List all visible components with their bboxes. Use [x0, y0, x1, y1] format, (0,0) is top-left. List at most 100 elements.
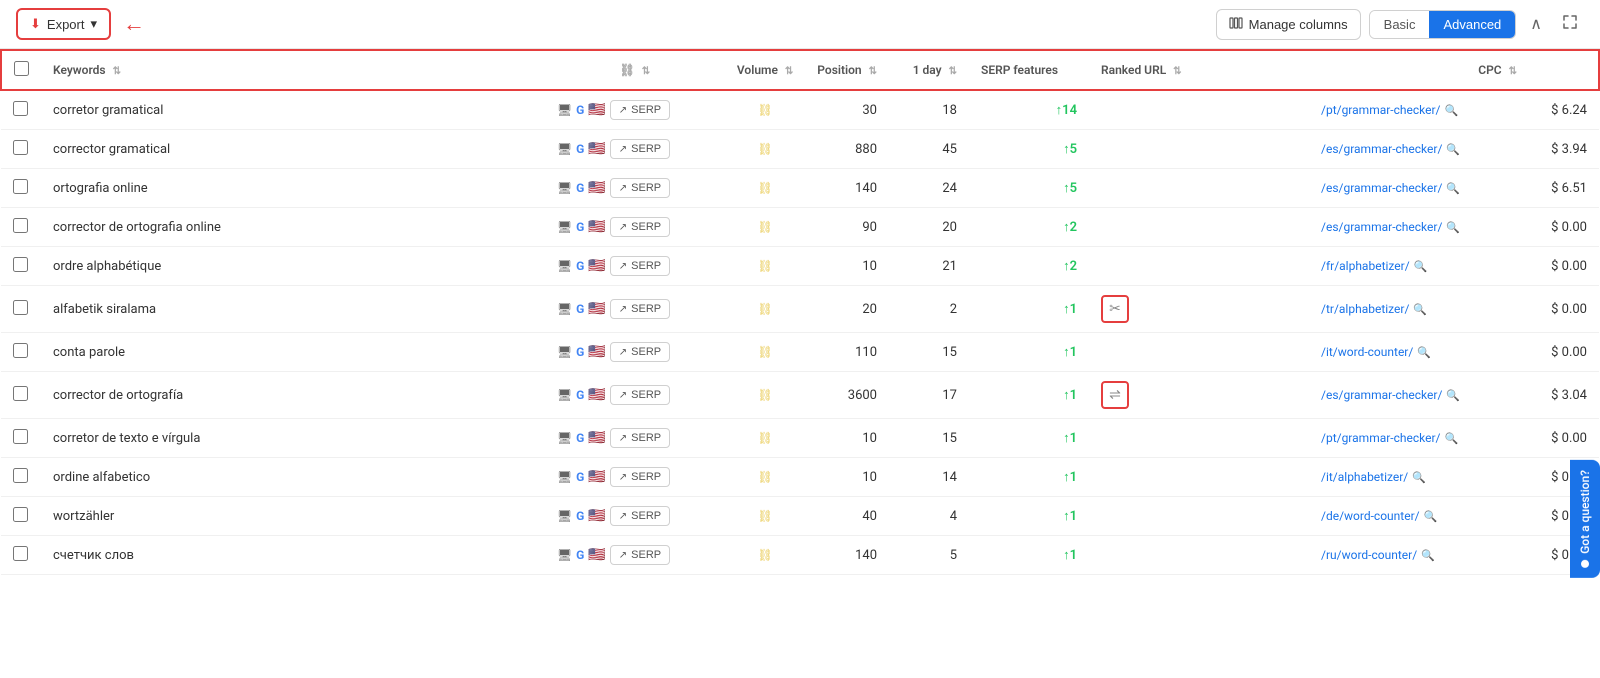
url-search-icon[interactable]: 🔍: [1445, 104, 1459, 117]
row-checkbox[interactable]: [13, 507, 28, 522]
serp-button[interactable]: ↗ SERP: [610, 428, 670, 448]
url-search-icon[interactable]: 🔍: [1445, 432, 1459, 445]
ranked-url-link[interactable]: /fr/alphabetizer/: [1321, 259, 1410, 273]
ranked-url-link[interactable]: /es/grammar-checker/: [1321, 388, 1442, 402]
ranked-url-link[interactable]: /es/grammar-checker/: [1321, 142, 1442, 156]
url-search-icon[interactable]: 🔍: [1446, 221, 1460, 234]
select-all-checkbox[interactable]: [14, 61, 29, 76]
serp-features-cell: [1089, 419, 1309, 458]
oneday-header[interactable]: 1 day ⇅: [889, 50, 969, 90]
url-search-icon[interactable]: 🔍: [1421, 549, 1435, 562]
export-button[interactable]: ⬇ Export ▾: [16, 8, 111, 40]
row-checkbox[interactable]: [13, 546, 28, 561]
collapse-button[interactable]: ∧: [1524, 10, 1548, 38]
change-value: ↑1: [1063, 345, 1077, 360]
select-all-header[interactable]: [1, 50, 41, 90]
table-row: ortografia online 🖥 G 🇺🇸 ↗ SERP ⛓14024↑5…: [1, 169, 1599, 208]
serp-button[interactable]: ↗ SERP: [610, 299, 670, 319]
ranked-url-link[interactable]: /it/word-counter/: [1321, 345, 1413, 359]
basic-view-button[interactable]: Basic: [1370, 11, 1430, 38]
oneday-sort-icon: ⇅: [949, 66, 957, 77]
row-checkbox[interactable]: [13, 429, 28, 444]
table-row: corretor gramatical 🖥 G 🇺🇸 ↗ SERP ⛓3018↑…: [1, 90, 1599, 130]
oneday-cell: ↑1: [969, 497, 1089, 536]
google-icon: G: [576, 509, 584, 523]
row-checkbox[interactable]: [13, 140, 28, 155]
ranked-url-link[interactable]: /es/grammar-checker/: [1321, 220, 1442, 234]
volume-cell: 10: [805, 247, 889, 286]
link-cell: ⛓: [725, 372, 805, 419]
expand-button[interactable]: [1556, 10, 1584, 39]
position-header[interactable]: Position ⇅: [805, 50, 889, 90]
ranked-url-link[interactable]: /it/alphabetizer/: [1321, 470, 1408, 484]
link-cell: ⛓: [725, 333, 805, 372]
row-checkbox[interactable]: [13, 179, 28, 194]
ranked-url-link[interactable]: /ru/word-counter/: [1321, 548, 1417, 562]
serp-button[interactable]: ↗ SERP: [610, 100, 670, 120]
serp-button[interactable]: ↗ SERP: [610, 139, 670, 159]
advanced-view-button[interactable]: Advanced: [1429, 11, 1515, 38]
url-search-icon[interactable]: 🔍: [1446, 182, 1460, 195]
link-chain-icon: ⛓: [620, 63, 635, 77]
ranked-url-header[interactable]: Ranked URL ⇅: [1089, 50, 1309, 90]
monitor-icon: 🖥: [557, 548, 572, 562]
flag-icon: 🇺🇸: [588, 180, 605, 196]
serp-trend-icon: ↗: [619, 472, 627, 483]
url-search-icon[interactable]: 🔍: [1413, 303, 1427, 316]
manage-columns-button[interactable]: Manage columns: [1216, 9, 1361, 40]
serp-button[interactable]: ↗ SERP: [610, 506, 670, 526]
volume-header[interactable]: Volume ⇅: [725, 50, 805, 90]
change-value: ↑1: [1063, 431, 1077, 446]
device-serp-cell: 🖥 G 🇺🇸 ↗ SERP: [545, 169, 725, 208]
serp-button[interactable]: ↗ SERP: [610, 385, 670, 405]
device-serp-cell: 🖥 G 🇺🇸 ↗ SERP: [545, 497, 725, 536]
serp-button[interactable]: ↗ SERP: [610, 467, 670, 487]
serp-button[interactable]: ↗ SERP: [610, 545, 670, 565]
serp-trend-icon: ↗: [619, 511, 627, 522]
ranked-url-cell: /pt/grammar-checker/ 🔍: [1309, 419, 1529, 458]
oneday-cell: ↑1: [969, 458, 1089, 497]
device-serp-cell: 🖥 G 🇺🇸 ↗ SERP: [545, 419, 725, 458]
serp-button[interactable]: ↗ SERP: [610, 217, 670, 237]
google-icon: G: [576, 548, 584, 562]
google-icon: G: [576, 259, 584, 273]
serp-button[interactable]: ↗ SERP: [610, 178, 670, 198]
volume-cell: 140: [805, 536, 889, 575]
monitor-icon: 🖥: [557, 509, 572, 523]
row-checkbox[interactable]: [13, 218, 28, 233]
link-header[interactable]: ⛓ ⇅: [545, 50, 725, 90]
row-checkbox[interactable]: [13, 101, 28, 116]
url-search-icon[interactable]: 🔍: [1446, 143, 1460, 156]
link-chain-icon: ⛓: [757, 345, 772, 359]
row-checkbox[interactable]: [13, 386, 28, 401]
row-checkbox[interactable]: [13, 300, 28, 315]
ranked-url-link[interactable]: /de/word-counter/: [1321, 509, 1420, 523]
keyword-cell: corretor de texto e vírgula: [41, 419, 545, 458]
scissors-feature-icon: ✂: [1101, 295, 1129, 323]
ranked-url-link[interactable]: /tr/alphabetizer/: [1321, 302, 1409, 316]
link-cell: ⛓: [725, 90, 805, 130]
serp-button[interactable]: ↗ SERP: [610, 256, 670, 276]
url-search-icon[interactable]: 🔍: [1417, 346, 1431, 359]
ranked-url-link[interactable]: /es/grammar-checker/: [1321, 181, 1442, 195]
row-checkbox[interactable]: [13, 257, 28, 272]
url-search-icon[interactable]: 🔍: [1424, 510, 1438, 523]
serp-trend-icon: ↗: [619, 183, 627, 194]
table-row: corrector de ortografia online 🖥 G 🇺🇸 ↗ …: [1, 208, 1599, 247]
row-checkbox[interactable]: [13, 468, 28, 483]
volume-sort-icon: ⇅: [785, 66, 793, 77]
serp-button[interactable]: ↗ SERP: [610, 342, 670, 362]
ranked-url-link[interactable]: /pt/grammar-checker/: [1321, 431, 1441, 445]
cpc-header[interactable]: CPC ⇅: [1309, 50, 1529, 90]
keyword-header[interactable]: Keywords ⇅: [41, 50, 545, 90]
link-cell: ⛓: [725, 458, 805, 497]
keyword-sort-icon: ⇅: [113, 66, 121, 77]
cpc-cell: $ 6.24: [1529, 90, 1599, 130]
row-checkbox[interactable]: [13, 343, 28, 358]
feedback-widget[interactable]: Got a question?: [1570, 460, 1600, 578]
cpc-cell: $ 3.04: [1529, 372, 1599, 419]
url-search-icon[interactable]: 🔍: [1446, 389, 1460, 402]
url-search-icon[interactable]: 🔍: [1412, 471, 1426, 484]
url-search-icon[interactable]: 🔍: [1414, 260, 1428, 273]
ranked-url-link[interactable]: /pt/grammar-checker/: [1321, 103, 1441, 117]
